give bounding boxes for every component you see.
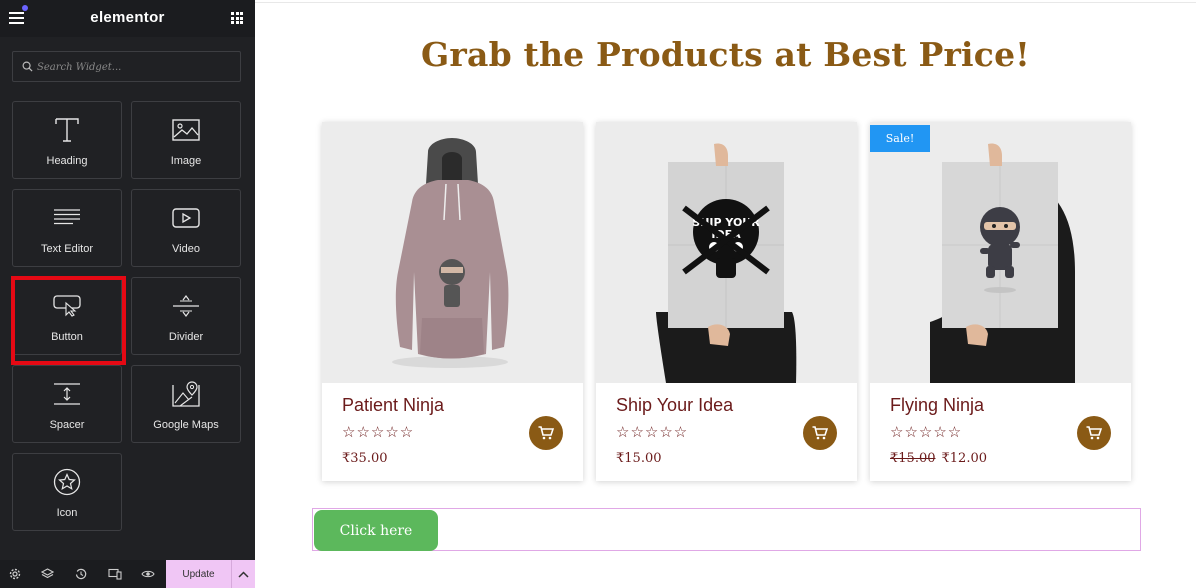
poster-image[interactable]: SHIP YOUR IDEA [596, 122, 857, 383]
widget-label: Spacer [49, 419, 85, 431]
widget-label: Video [172, 243, 200, 255]
editor-app: elementor Heading Image Text Editor Vide… [0, 0, 1196, 588]
text-editor-icon [54, 209, 80, 225]
add-to-cart-button[interactable] [1077, 416, 1111, 450]
widget-icon[interactable]: Icon [12, 453, 122, 531]
page-title[interactable]: Grab the Products at Best Price! [255, 35, 1196, 74]
product-name[interactable]: Patient Ninja [342, 395, 444, 416]
widget-panel: elementor Heading Image Text Editor Vide… [0, 0, 255, 588]
apps-grid-icon[interactable] [231, 12, 243, 24]
widget-label: Icon [56, 507, 78, 519]
cart-icon [812, 426, 828, 440]
product-card[interactable]: Patient Ninja ☆☆☆☆☆ ₹35.00 [322, 122, 583, 481]
widget-video[interactable]: Video [131, 189, 241, 267]
preview-eye-icon[interactable] [141, 567, 155, 581]
add-to-cart-button[interactable] [529, 416, 563, 450]
divider-line [255, 2, 1196, 3]
widget-label: Image [170, 155, 202, 167]
widget-text-editor[interactable]: Text Editor [12, 189, 122, 267]
star-rating: ☆☆☆☆☆ [342, 424, 415, 441]
widget-label: Divider [168, 331, 204, 343]
product-price: ₹35.00 [342, 451, 388, 466]
current-price: ₹35.00 [342, 451, 388, 466]
panel-header: elementor [0, 0, 255, 37]
sale-badge: Sale! [870, 125, 930, 152]
product-price: ₹15.00 ₹12.00 [890, 451, 987, 466]
button-widget-highlight [11, 276, 126, 365]
page-canvas: Grab the Products at Best Price! Patient [255, 0, 1196, 588]
heading-icon [55, 118, 79, 142]
product-price: ₹15.00 [616, 451, 662, 466]
map-icon [172, 381, 200, 407]
search-input[interactable] [37, 57, 232, 77]
cart-icon [1086, 426, 1102, 440]
widget-search[interactable] [12, 51, 241, 82]
add-to-cart-button[interactable] [803, 416, 837, 450]
widget-google-maps[interactable]: Google Maps [131, 365, 241, 443]
video-icon [172, 208, 200, 228]
widget-divider[interactable]: Divider [131, 277, 241, 355]
star-icon [53, 468, 81, 496]
widget-label: Heading [46, 155, 88, 167]
widget-image[interactable]: Image [131, 101, 241, 179]
click-here-button[interactable]: Click here [314, 510, 438, 551]
spacer-icon [54, 383, 80, 405]
chevron-up-icon[interactable] [231, 560, 255, 588]
product-card[interactable]: Sale! Flying Ninja ☆☆☆☆☆ ₹15.00 ₹12.00 [870, 122, 1131, 481]
divider-icon [173, 295, 199, 317]
settings-gear-icon[interactable] [8, 567, 22, 581]
current-price: ₹12.00 [941, 451, 988, 466]
image-icon [172, 119, 200, 141]
original-price: ₹15.00 [890, 451, 936, 466]
hoodie-image[interactable] [322, 122, 583, 383]
history-icon[interactable] [74, 567, 88, 581]
product-name[interactable]: Ship Your Idea [616, 395, 733, 416]
widget-heading[interactable]: Heading [12, 101, 122, 179]
poster-image[interactable]: Sale! [870, 122, 1131, 383]
button-section[interactable]: Click here [312, 508, 1141, 551]
star-rating: ☆☆☆☆☆ [616, 424, 689, 441]
widget-spacer[interactable]: Spacer [12, 365, 122, 443]
widget-label: Google Maps [153, 419, 219, 431]
search-icon [22, 61, 33, 72]
brand-logo: elementor [90, 9, 165, 26]
product-card[interactable]: SHIP YOUR IDEA Ship Your Idea ☆☆☆☆☆ ₹15.… [596, 122, 857, 481]
update-button[interactable]: Update [166, 560, 231, 588]
star-rating: ☆☆☆☆☆ [890, 424, 963, 441]
navigator-layers-icon[interactable] [40, 567, 54, 581]
panel-footer: Update [0, 560, 255, 588]
product-name[interactable]: Flying Ninja [890, 395, 984, 416]
widget-label: Text Editor [41, 243, 93, 255]
responsive-mode-icon[interactable] [108, 567, 122, 581]
current-price: ₹15.00 [616, 451, 662, 466]
cart-icon [538, 426, 554, 440]
